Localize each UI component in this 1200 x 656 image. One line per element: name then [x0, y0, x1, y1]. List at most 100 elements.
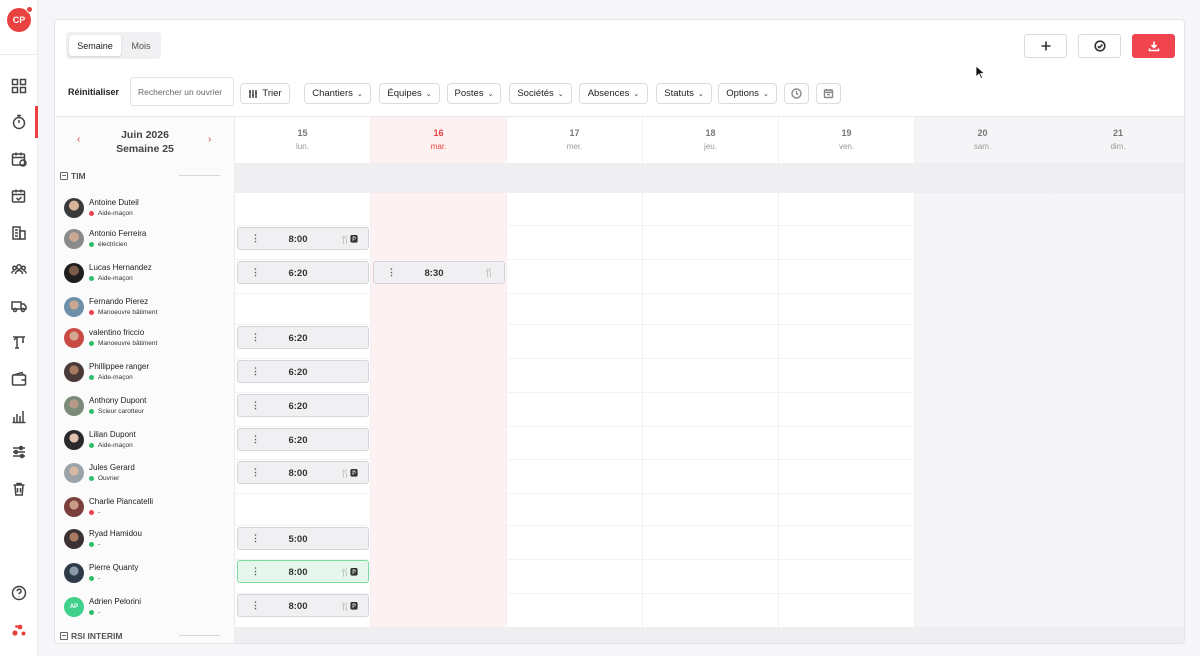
- worker-role-text: -: [98, 509, 101, 516]
- row-divider: [235, 525, 915, 526]
- group-toggle-rsi-interim[interactable]: − RSI INTERIM: [60, 631, 122, 641]
- stopwatch-icon[interactable]: [9, 112, 29, 132]
- worker-row[interactable]: AP Adrien Pelorini -: [64, 594, 234, 624]
- avatar: [64, 430, 84, 450]
- day-number: 15: [297, 128, 308, 138]
- chevron-down-icon: ⌄: [487, 90, 494, 98]
- reset-filters-link[interactable]: Réinitialiser: [68, 87, 119, 97]
- calendar-check-icon[interactable]: [9, 186, 29, 206]
- brand-icon[interactable]: [9, 620, 29, 640]
- truck-icon[interactable]: [9, 296, 29, 316]
- plus-icon: [1041, 41, 1050, 51]
- shift-block[interactable]: ⋮ 6:20: [237, 428, 369, 451]
- shift-block[interactable]: ⋮ 8:00 🍴🅿: [237, 227, 369, 250]
- filter-absences[interactable]: Absences ⌄: [579, 83, 648, 104]
- filter-postes[interactable]: Postes ⌄: [447, 83, 501, 104]
- shift-block[interactable]: ⋮ 6:20: [237, 261, 369, 284]
- worker-row[interactable]: Fernando Pierez Manoeuvre bâtiment: [64, 294, 234, 324]
- row-divider: [235, 392, 915, 393]
- day-name: sam.: [973, 142, 992, 151]
- worker-name: Lilian Dupont: [89, 430, 136, 439]
- sliders-icon[interactable]: [9, 442, 29, 462]
- days-area: 15 lun. 16 mar. 17 mer. 18 jeu. 19 ven. 20 sam…: [235, 117, 1184, 643]
- worker-row[interactable]: Antonio Ferreira électricien: [64, 226, 234, 256]
- status-dot: [89, 542, 94, 547]
- day-name: jeu.: [704, 142, 717, 151]
- worker-row[interactable]: Lucas Hernandez Aide-maçon: [64, 260, 234, 290]
- calendar-clock-icon[interactable]: [9, 149, 29, 169]
- day-name: mar.: [430, 142, 447, 151]
- clock-button[interactable]: [784, 83, 809, 104]
- shift-block[interactable]: ⋮ 8:00 🍴🅿: [237, 594, 369, 617]
- day-column: 18 jeu.: [643, 117, 779, 643]
- add-button[interactable]: [1024, 34, 1067, 58]
- shift-block[interactable]: ⋮ 8:30 🍴: [373, 261, 505, 284]
- worker-row[interactable]: Anthony Dupont Scieur carotteur: [64, 393, 234, 423]
- status-dot: [89, 310, 94, 315]
- worker-row[interactable]: Charlie Piancatelli -: [64, 494, 234, 524]
- worker-name: Adrien Pelorini: [89, 597, 142, 606]
- check-circle-icon: [1093, 40, 1106, 52]
- planning-grid: ‹ Juin 2026 Semaine 25 › − TIM Antoine Du…: [55, 116, 1184, 643]
- week-view-button[interactable]: Semaine: [69, 35, 121, 56]
- chevron-down-icon: ⌄: [356, 90, 363, 98]
- filter-equipes[interactable]: Équipes ⌄: [379, 83, 440, 104]
- worker-name: Anthony Dupont: [89, 396, 147, 405]
- shift-time: 6:20: [288, 367, 308, 378]
- dashboard-icon[interactable]: [9, 76, 29, 96]
- worker-role-text: Aide-maçon: [98, 210, 133, 217]
- shift-block[interactable]: ⋮ 6:20: [237, 394, 369, 417]
- help-icon[interactable]: [9, 583, 29, 603]
- validate-button[interactable]: [1078, 34, 1121, 58]
- shift-block[interactable]: ⋮ 6:20: [237, 360, 369, 383]
- meal-parking-icon: 🍴🅿: [340, 235, 358, 244]
- worker-role-text: Aide-maçon: [98, 442, 133, 449]
- wallet-icon[interactable]: [9, 369, 29, 389]
- day-name: ven.: [838, 142, 855, 151]
- filter-options[interactable]: Options ⌄: [718, 83, 777, 104]
- clock-icon: [791, 88, 802, 99]
- worker-row[interactable]: Antoine Duteil Aide-maçon: [64, 195, 234, 225]
- crane-icon[interactable]: [9, 332, 29, 352]
- worker-role-text: Manoeuvre bâtiment: [98, 340, 158, 347]
- worker-role: Aide-maçon: [89, 374, 133, 381]
- app-logo[interactable]: CP: [7, 6, 33, 32]
- bar-chart-icon[interactable]: [9, 406, 29, 426]
- next-week-arrow-icon[interactable]: ›: [208, 134, 211, 145]
- worker-row[interactable]: Ryad Hamidou -: [64, 526, 234, 556]
- row-divider: [235, 259, 915, 260]
- month-view-button[interactable]: Mois: [123, 35, 159, 56]
- shift-time: 8:30: [424, 268, 444, 279]
- worker-row[interactable]: valentino friccio Manoeuvre bâtiment: [64, 325, 234, 355]
- week-navigator: ‹ Juin 2026 Semaine 25 ›: [55, 117, 235, 163]
- shift-block-validated[interactable]: ⋮ 8:00 🍴🅿: [237, 560, 369, 583]
- previous-week-arrow-icon[interactable]: ‹: [77, 134, 80, 145]
- worker-name: Ryad Hamidou: [89, 529, 142, 538]
- filter-chantiers[interactable]: Chantiers ⌄: [304, 83, 371, 104]
- building-icon[interactable]: [9, 223, 29, 243]
- avatar: [64, 229, 84, 249]
- trash-icon[interactable]: [9, 479, 29, 499]
- group-name: RSI INTERIM: [71, 631, 123, 641]
- worker-row[interactable]: Lilian Dupont Aide-maçon: [64, 427, 234, 457]
- export-button[interactable]: [1132, 34, 1175, 58]
- day-column-weekend: 21 dim.: [1051, 117, 1184, 643]
- month-label: Juin 2026: [121, 129, 169, 141]
- worker-role: Manoeuvre bâtiment: [89, 309, 157, 316]
- worker-row[interactable]: Jules Gerard Ouvrier: [64, 460, 234, 490]
- filter-statuts[interactable]: Statuts ⌄: [656, 83, 712, 104]
- worker-name: valentino friccio: [89, 328, 145, 337]
- filter-societes[interactable]: Sociétés ⌄: [509, 83, 572, 104]
- sort-button[interactable]: Trier: [240, 83, 290, 104]
- shift-block[interactable]: ⋮ 8:00 🍴🅿: [237, 461, 369, 484]
- calendar-button[interactable]: [816, 83, 841, 104]
- status-dot: [89, 576, 94, 581]
- shift-block[interactable]: ⋮ 6:20: [237, 326, 369, 349]
- search-input[interactable]: Rechercher un ouvrier: [130, 77, 234, 106]
- shift-block[interactable]: ⋮ 5:00: [237, 527, 369, 550]
- group-toggle-tim[interactable]: − TIM: [60, 171, 86, 181]
- team-icon[interactable]: [9, 259, 29, 279]
- worker-row[interactable]: Pierre Quanty -: [64, 560, 234, 590]
- status-dot: [89, 610, 94, 615]
- worker-row[interactable]: Phillippee ranger Aide-maçon: [64, 359, 234, 389]
